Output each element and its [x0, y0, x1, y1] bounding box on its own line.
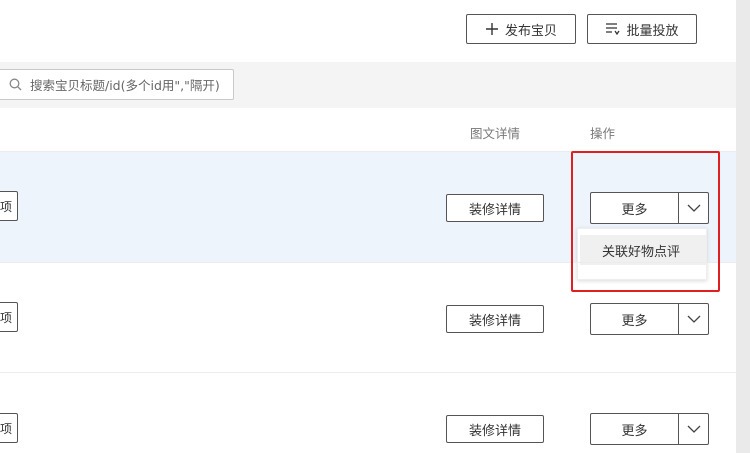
more-dropdown-menu: 关联好物点评	[577, 228, 707, 280]
more-button[interactable]: 更多	[590, 192, 679, 224]
row-edge-button[interactable]: 项	[0, 413, 18, 443]
decorate-detail-button[interactable]: 装修详情	[446, 415, 544, 443]
search-input[interactable]: 搜索宝贝标题/id(多个id用","隔开)	[0, 69, 234, 100]
decorate-detail-label: 装修详情	[468, 423, 521, 439]
row-edge-label: 项	[0, 310, 12, 325]
list-icon	[606, 23, 621, 36]
row-divider	[0, 372, 736, 373]
more-dropdown: 更多	[590, 413, 709, 445]
decorate-detail-label: 装修详情	[468, 313, 521, 329]
decorate-detail-button[interactable]: 装修详情	[446, 194, 544, 222]
more-dropdown: 更多	[590, 192, 709, 224]
chevron-down-icon	[687, 315, 700, 323]
search-icon	[9, 78, 22, 91]
publish-item-label: 发布宝贝	[504, 23, 557, 39]
more-label: 更多	[621, 423, 648, 439]
column-header-detail: 图文详情	[470, 126, 521, 141]
row-edge-button[interactable]: 项	[0, 191, 18, 221]
chevron-down-icon	[687, 204, 700, 212]
more-dropdown: 更多	[590, 303, 709, 335]
more-caret-button[interactable]	[679, 413, 709, 445]
vertical-scrollbar[interactable]	[736, 0, 750, 453]
search-placeholder: 搜索宝贝标题/id(多个id用","隔开)	[30, 78, 220, 93]
more-label: 更多	[621, 202, 648, 218]
row-edge-label: 项	[0, 199, 12, 214]
more-label: 更多	[621, 313, 648, 329]
column-header-action: 操作	[590, 126, 616, 141]
batch-deliver-label: 批量投放	[626, 23, 679, 39]
row-edge-label: 项	[0, 421, 12, 436]
dropdown-item-link-review[interactable]: 关联好物点评	[580, 235, 706, 265]
row-edge-button[interactable]: 项	[0, 302, 18, 332]
decorate-detail-label: 装修详情	[468, 202, 521, 218]
more-button[interactable]: 更多	[590, 303, 679, 335]
decorate-detail-button[interactable]: 装修详情	[446, 305, 544, 333]
more-caret-button[interactable]	[679, 192, 709, 224]
dropdown-item-label: 关联好物点评	[602, 244, 681, 260]
batch-deliver-button[interactable]: 批量投放	[587, 14, 697, 44]
more-button[interactable]: 更多	[590, 413, 679, 445]
plus-icon	[485, 23, 498, 35]
more-caret-button[interactable]	[679, 303, 709, 335]
row-divider	[0, 262, 736, 263]
publish-item-button[interactable]: 发布宝贝	[466, 14, 576, 44]
chevron-down-icon	[687, 425, 700, 433]
